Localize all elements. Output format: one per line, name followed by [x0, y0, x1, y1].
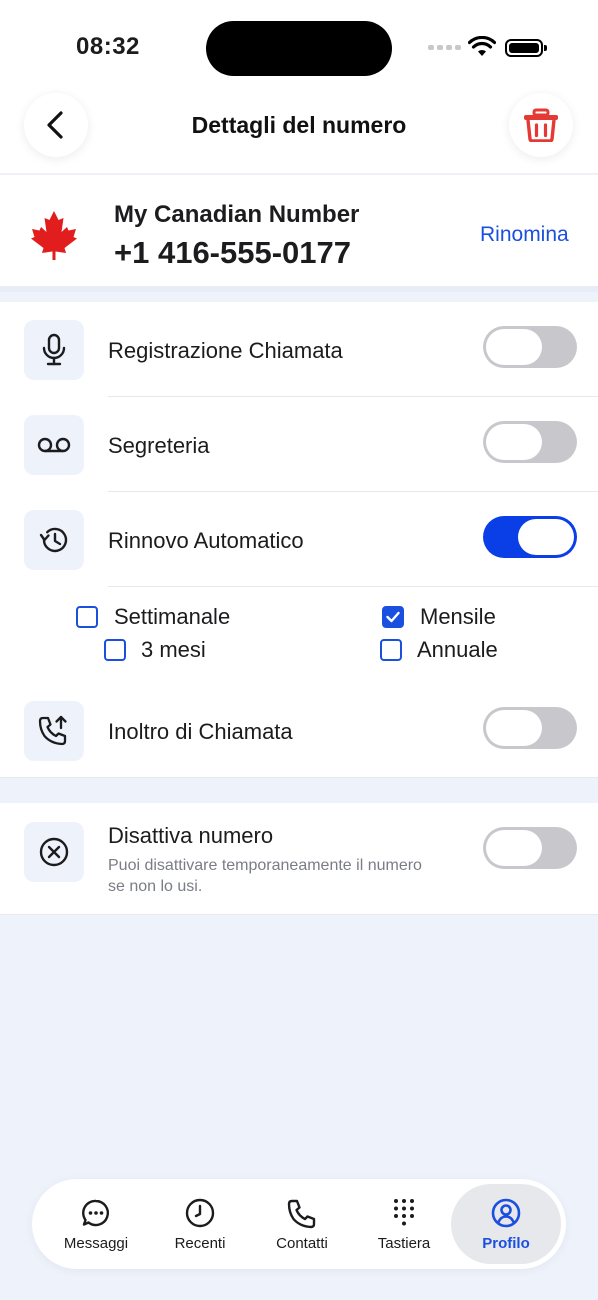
tab-messages-label: Messaggi: [63, 1234, 129, 1252]
history-icon: [39, 527, 68, 553]
voicemail-row: Segreteria: [0, 397, 598, 492]
number-card: My Canadian Number +1 416-555-0177 Rinom…: [0, 175, 598, 292]
checkbox-3-months[interactable]: [104, 639, 126, 661]
deactivate-toggle[interactable]: [483, 827, 577, 869]
option-weekly[interactable]: Settimanale: [76, 604, 230, 630]
call-recording-icon-box: [24, 320, 84, 380]
divider: [108, 777, 598, 778]
tab-bar: Messaggi Recenti Contatti Tastiera Profi…: [0, 1175, 598, 1300]
voicemail-icon-box: [24, 415, 84, 475]
tab-recents-label: Recenti: [174, 1234, 226, 1252]
checkmark-icon: [386, 611, 400, 623]
battery-icon: [505, 39, 547, 57]
call-forwarding-label: Inoltro di Chiamata: [108, 719, 293, 744]
auto-renewal-icon-box: [24, 510, 84, 570]
tab-bar-container: Messaggi Recenti Contatti Tastiera Profi…: [32, 1179, 566, 1269]
option-weekly-label: Settimanale: [114, 604, 231, 629]
call-forwarding-icon-box: [24, 701, 84, 761]
option-yearly-label: Annuale: [417, 637, 498, 662]
clock-icon: [185, 1198, 215, 1227]
checkbox-monthly[interactable]: [382, 606, 404, 628]
dynamic-island: [206, 21, 392, 76]
tab-messages[interactable]: Messaggi: [36, 1179, 156, 1269]
option-monthly-label: Mensile: [420, 604, 496, 629]
tab-recents[interactable]: Recenti: [150, 1179, 250, 1269]
auto-renewal-label: Rinnovo Automatico: [108, 528, 304, 553]
voicemail-toggle[interactable]: [483, 421, 577, 463]
deactivate-icon-box: [24, 822, 84, 882]
checkbox-yearly[interactable]: [380, 639, 402, 661]
tab-keypad-label: Tastiera: [377, 1234, 431, 1252]
voicemail-icon: [37, 437, 71, 453]
deactivate-label: Disattiva numero: [108, 823, 274, 848]
renewal-period-options: Settimanale Mensile 3 mesi Annuale: [0, 587, 598, 687]
trash-icon: [524, 108, 558, 142]
delete-button[interactable]: [509, 93, 573, 157]
call-recording-toggle[interactable]: [483, 326, 577, 368]
profile-icon: [491, 1198, 521, 1227]
call-forward-icon: [38, 715, 67, 746]
option-3-months[interactable]: 3 mesi: [104, 637, 206, 663]
microphone-icon: [42, 333, 66, 366]
tab-contacts[interactable]: Contatti: [252, 1179, 352, 1269]
tab-profile[interactable]: Profilo: [451, 1184, 561, 1264]
auto-renewal-toggle[interactable]: [483, 516, 577, 558]
deactivate-description: Puoi disattivare temporaneamente il nume…: [108, 857, 422, 895]
chat-icon: [82, 1199, 109, 1226]
deactivate-number-row: Disattiva numero Puoi disattivare tempor…: [0, 803, 598, 915]
call-recording-label: Registrazione Chiamata: [108, 338, 343, 363]
call-forwarding-row: Inoltro di Chiamata: [0, 683, 598, 778]
number-name: My Canadian Number: [114, 201, 360, 228]
tab-keypad[interactable]: Tastiera: [354, 1179, 454, 1269]
tab-profile-label: Profilo: [482, 1234, 530, 1252]
settings-list: Registrazione Chiamata Segreteria Rinnov…: [0, 302, 598, 778]
call-recording-row: Registrazione Chiamata: [0, 302, 598, 397]
phone-icon: [287, 1199, 316, 1228]
rename-link[interactable]: Rinomina: [480, 223, 569, 247]
call-forwarding-toggle[interactable]: [483, 707, 577, 749]
close-circle-icon: [39, 837, 69, 867]
status-time: 08:32: [76, 33, 140, 60]
auto-renewal-row: Rinnovo Automatico: [0, 492, 598, 587]
cellular-signal-icon: [428, 45, 461, 50]
keypad-icon: [394, 1198, 414, 1225]
option-3-months-label: 3 mesi: [141, 637, 206, 662]
voicemail-label: Segreteria: [108, 433, 210, 458]
option-monthly[interactable]: Mensile: [382, 604, 496, 630]
option-yearly[interactable]: Annuale: [380, 637, 498, 663]
tab-contacts-label: Contatti: [276, 1234, 328, 1252]
wifi-icon: [468, 36, 496, 56]
phone-number: +1 416-555-0177: [114, 235, 352, 270]
status-bar: 08:32: [0, 0, 598, 90]
navigation-bar: Dettagli del numero: [0, 90, 598, 174]
checkbox-weekly[interactable]: [76, 606, 98, 628]
canada-flag-icon: [31, 211, 77, 260]
